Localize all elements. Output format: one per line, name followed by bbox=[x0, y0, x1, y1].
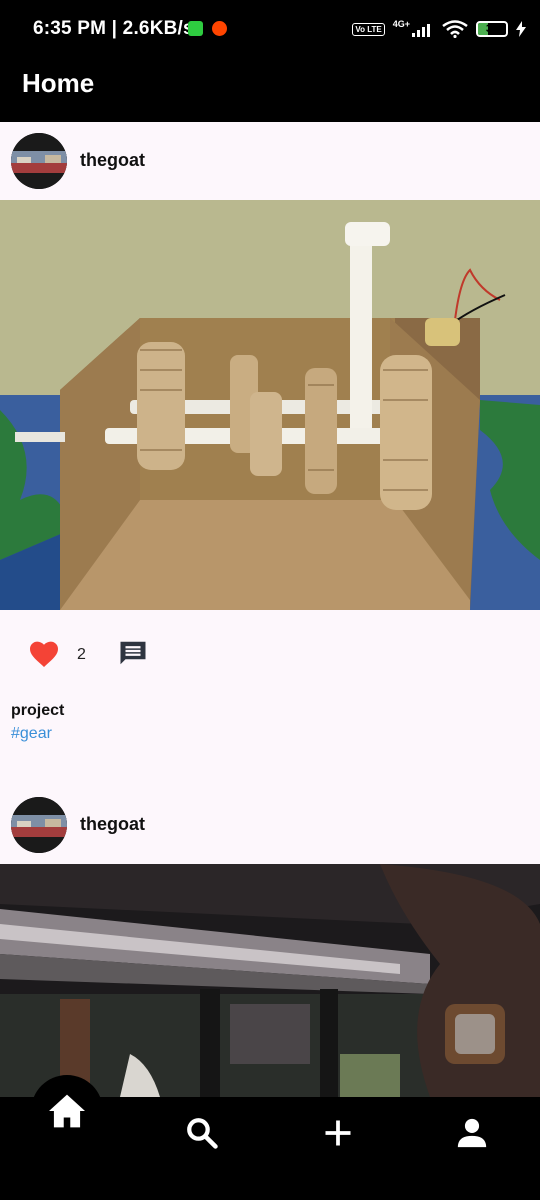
like-count: 2 bbox=[77, 646, 86, 663]
battery-icon: 35 bbox=[476, 21, 508, 37]
nav-add-button[interactable] bbox=[318, 1113, 358, 1153]
post-header[interactable]: thegoat bbox=[0, 122, 540, 200]
status-icons: Vo LTE 4G+ 35 bbox=[352, 16, 526, 42]
signal-icon bbox=[412, 24, 430, 37]
post-image[interactable] bbox=[0, 864, 540, 1097]
volte-badge: Vo LTE bbox=[352, 22, 385, 36]
comment-icon[interactable] bbox=[118, 638, 148, 668]
post-actions: 2 bbox=[0, 610, 540, 700]
nav-profile-button[interactable] bbox=[452, 1113, 492, 1153]
heart-icon[interactable] bbox=[28, 638, 60, 668]
add-icon bbox=[325, 1120, 351, 1146]
nav-search-button[interactable] bbox=[182, 1113, 222, 1153]
bottom-nav bbox=[0, 1075, 540, 1200]
post-header[interactable]: thegoat bbox=[0, 786, 540, 864]
charging-icon bbox=[516, 21, 526, 37]
post-caption: project bbox=[11, 702, 65, 719]
status-bar: 6:35 PM | 2.6KB/s Vo LTE 4G+ 35 bbox=[0, 0, 540, 60]
search-icon bbox=[187, 1118, 218, 1149]
reddit-icon bbox=[212, 21, 227, 36]
profile-icon bbox=[457, 1118, 487, 1148]
hashtag-link[interactable]: #gear bbox=[11, 725, 52, 743]
network-type: 4G+ bbox=[392, 19, 410, 29]
messenger-icon bbox=[188, 21, 203, 36]
post-username[interactable]: thegoat bbox=[80, 150, 145, 171]
app-bar: Home bbox=[0, 60, 540, 122]
page-title: Home bbox=[22, 68, 95, 98]
wifi-icon bbox=[442, 20, 468, 38]
post-username[interactable]: thegoat bbox=[80, 814, 145, 835]
home-icon bbox=[49, 1094, 85, 1128]
status-time: 6:35 PM | 2.6KB/s bbox=[33, 18, 194, 39]
avatar[interactable] bbox=[11, 133, 67, 189]
post-image[interactable] bbox=[0, 200, 540, 610]
avatar[interactable] bbox=[11, 797, 67, 853]
nav-home-button[interactable] bbox=[31, 1075, 103, 1147]
